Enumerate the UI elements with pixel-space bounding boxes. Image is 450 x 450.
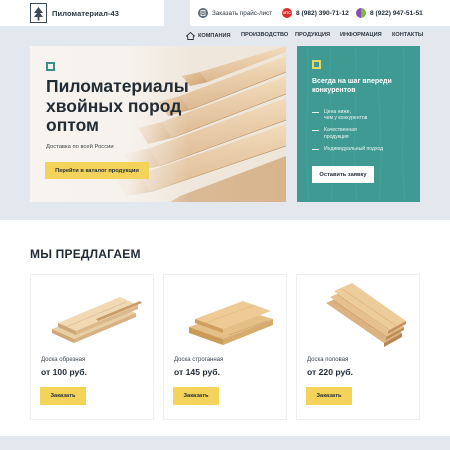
- brand-name: Пиломатериал-43: [52, 8, 120, 18]
- nav-item-info-label: ИНФОРМАЦИЯ: [340, 32, 382, 38]
- phone-mts-number: 8 (982) 390-71-12: [296, 9, 349, 17]
- order-button[interactable]: Заказать: [173, 387, 219, 405]
- nav-item-contacts[interactable]: КОНТАКТЫ: [392, 32, 423, 38]
- phone-megafon[interactable]: 8 (922) 947-51-51: [356, 8, 423, 18]
- product-card[interactable]: Доска строганная от 145 руб. Заказать: [163, 274, 287, 420]
- header-brand[interactable]: Пиломатериал-43: [0, 0, 164, 26]
- floor-board-image: [326, 283, 406, 347]
- panel-square-marker: [312, 60, 321, 69]
- main-nav: КОМПАНИЯ ПРОИЗВОДСТВО ПРОДУКЦИЯ ИНФОРМАЦ…: [0, 26, 450, 45]
- advantage-item: Качественная продукция: [312, 127, 412, 140]
- product-card[interactable]: Доска обрезная от 100 руб. Заказать: [30, 274, 154, 420]
- hero-subtitle: Доставка по всей России: [46, 144, 114, 150]
- footer-strip: [0, 436, 450, 450]
- offer-section: МЫ ПРЕДЛАГАЕМ Доска обрезная от 100 руб.…: [0, 220, 450, 436]
- nav-item-company[interactable]: КОМПАНИЯ: [186, 32, 231, 40]
- nav-item-production-label: ПРОИЗВОДСТВО: [241, 32, 289, 38]
- hero-title: Пиломатериалы хвойных пород оптом: [46, 76, 189, 135]
- panel-title: Всегда на шаг впереди конкурентов: [312, 78, 392, 94]
- hero-banner: Пиломатериалы хвойных пород оптом Достав…: [30, 46, 286, 202]
- nav-item-company-label: КОМПАНИЯ: [198, 33, 231, 39]
- price-list-label: Заказать прайс-лист: [212, 9, 273, 17]
- nav-item-info[interactable]: ИНФОРМАЦИЯ: [340, 32, 382, 38]
- nav-item-production[interactable]: ПРОИЗВОДСТВО: [241, 32, 288, 38]
- catalog-button[interactable]: Перейти в каталог продукции: [45, 162, 149, 179]
- phone-mts[interactable]: МТС 8 (982) 390-71-12: [282, 8, 349, 18]
- product-price: от 220 руб.: [307, 367, 353, 377]
- product-price: от 100 руб.: [41, 367, 87, 377]
- order-button[interactable]: Заказать: [306, 387, 352, 405]
- price-list-link[interactable]: Заказать прайс-лист: [198, 8, 272, 18]
- tree-logo-icon: [30, 3, 47, 23]
- edged-board-image: [52, 297, 142, 343]
- product-card[interactable]: Доска половая от 220 руб. Заказать: [296, 274, 420, 420]
- product-name: Доска половая: [307, 357, 349, 363]
- section-title: МЫ ПРЕДЛАГАЕМ: [30, 247, 141, 261]
- order-button[interactable]: Заказать: [40, 387, 86, 405]
- product-name: Доска строганная: [174, 357, 224, 363]
- phone-megafon-number: 8 (922) 947-51-51: [370, 9, 423, 17]
- advantages-list: Цена ниже, чем у конкурентов Качественна…: [312, 109, 412, 158]
- hero-square-marker: [46, 62, 55, 71]
- advantage-item: Цена ниже, чем у конкурентов: [312, 109, 412, 121]
- mts-logo-icon: МТС: [282, 8, 292, 18]
- planed-board-image: [189, 301, 273, 345]
- product-name: Доска обрезная: [41, 357, 86, 363]
- home-icon: [186, 32, 195, 40]
- product-price: от 145 руб.: [174, 367, 220, 377]
- advantage-item: Индивидуальный подход: [312, 146, 412, 152]
- nav-item-products[interactable]: ПРОДУКЦИЯ: [295, 32, 330, 38]
- header-contacts: Заказать прайс-лист МТС 8 (982) 390-71-1…: [190, 0, 450, 26]
- leave-request-button[interactable]: Оставить заявку: [312, 166, 374, 183]
- nav-item-contacts-label: КОНТАКТЫ: [392, 32, 424, 38]
- nav-item-products-label: ПРОДУКЦИЯ: [295, 32, 331, 38]
- document-icon: [198, 8, 208, 18]
- advantages-panel: Всегда на шаг впереди конкурентов Цена н…: [297, 46, 420, 202]
- megafon-logo-icon: [356, 8, 366, 18]
